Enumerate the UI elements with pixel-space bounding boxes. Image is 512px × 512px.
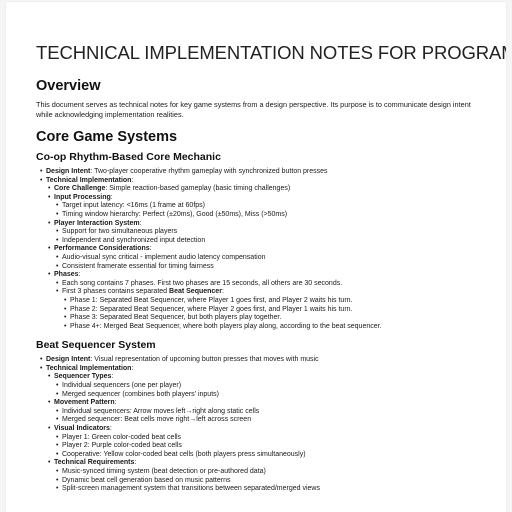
design-intent-label: Design Intent [46, 168, 91, 175]
list-item: Consistent framerate essential for timin… [56, 263, 506, 272]
technical-requirements-label: Technical Requirements [54, 459, 135, 467]
list-item: Each song contains 7 phases. First two p… [56, 280, 506, 289]
sequencer-types-label: Sequencer Types [54, 373, 112, 381]
beat-sequencer-bold: Beat Sequencer [169, 288, 222, 296]
core-systems-heading: Core Game Systems [36, 129, 178, 145]
list-item: Technical Requirements: Music-synced tim… [48, 459, 506, 494]
list-item: Split-screen management system that tran… [56, 485, 506, 494]
list-item: Target input latency: <16ms (1 frame at … [56, 202, 506, 211]
list-item: Timing window hierarchy: Perfect (±20ms)… [56, 211, 506, 220]
player-interaction-label: Player Interaction System [54, 219, 140, 227]
list-item: Dynamic beat cell generation based on mu… [56, 477, 506, 486]
core-challenge-text: : Simple reaction-based gameplay (basic … [105, 185, 291, 193]
list-item: Design Intent: Visual representation of … [40, 356, 506, 365]
list-item: Music-synced timing system (beat detecti… [56, 468, 506, 477]
input-processing-label: Input Processing [54, 193, 111, 201]
design-intent-text: : Two-player cooperative rhythm gameplay… [90, 168, 328, 175]
list-item: Performance Considerations: Audio-visual… [48, 245, 506, 272]
document-page: TECHNICAL IMPLEMENTATION NOTES FOR PROGR… [6, 2, 506, 512]
list-item: Support for two simultaneous players [56, 228, 506, 237]
beat-sequencer-list: Design Intent: Visual representation of … [36, 356, 506, 494]
list-item: Input Processing: Target input latency: … [48, 193, 506, 220]
design-intent-text: : Visual representation of upcoming butt… [90, 356, 319, 364]
list-item: First 3 phases contains separated Beat S… [56, 288, 506, 332]
list-item: Merged sequencer (combines both players'… [56, 391, 506, 400]
list-item: Individual sequencers: Arrow moves left→… [56, 408, 506, 417]
visual-indicators-label: Visual Indicators [54, 425, 110, 433]
overview-text: This document serves as technical notes … [36, 100, 471, 119]
design-intent-label: Design Intent [46, 356, 91, 364]
list-item: Phase 4+: Merged Beat Sequencer, where b… [64, 323, 506, 332]
list-item: Design Intent: Two-player cooperative rh… [40, 168, 506, 177]
performance-label: Performance Considerations [54, 245, 150, 253]
list-item: Movement Pattern: Individual sequencers:… [48, 399, 506, 425]
list-item: Core Challenge: Simple reaction-based ga… [48, 185, 506, 194]
document-title: TECHNICAL IMPLEMENTATION NOTES FOR PROGR… [36, 42, 506, 63]
list-item: Visual Indicators: Player 1: Green color… [48, 425, 506, 460]
list-item: Sequencer Types: Individual sequencers (… [48, 373, 506, 400]
list-item: Individual sequencers (one per player) [56, 382, 506, 391]
list-item: Player 1: Green color-coded beat cells [56, 434, 506, 443]
phases-item-text: First 3 phases contains separated [62, 288, 170, 296]
tech-impl-label: Technical Implementation [46, 176, 132, 184]
list-item: Merged sequencer: Beat cells move right→… [56, 416, 506, 425]
list-item: Phase 3: Separated Beat Sequencer, but b… [64, 314, 506, 323]
overview-heading: Overview [36, 78, 101, 94]
list-item: Phase 1: Separated Beat Sequencer, where… [64, 297, 506, 306]
phases-label: Phases [54, 271, 79, 279]
beat-sequencer-heading: Beat Sequencer System [36, 339, 156, 352]
tech-impl-label: Technical Implementation [46, 364, 132, 372]
list-item: Phases: Each song contains 7 phases. Fir… [48, 271, 506, 332]
list-item: Phase 2: Separated Beat Sequencer, where… [64, 306, 506, 315]
list-item: Player Interaction System: Support for t… [48, 219, 506, 246]
core-challenge-label: Core Challenge [54, 185, 106, 193]
movement-pattern-label: Movement Pattern [54, 399, 115, 407]
list-item: Independent and synchronized input detec… [56, 237, 506, 246]
rhythm-mechanic-heading: Co-op Rhythm-Based Core Mechanic [36, 151, 221, 163]
list-item: Technical Implementation: Core Challenge… [40, 176, 506, 332]
rhythm-list: Design Intent: Two-player cooperative rh… [36, 168, 506, 331]
list-item: Technical Implementation: Sequencer Type… [40, 364, 506, 494]
list-item: Cooperative: Yellow color-coded beat cel… [56, 451, 506, 460]
list-item: Player 2: Purple color-coded beat cells [56, 442, 506, 451]
list-item: Audio-visual sync critical - implement a… [56, 254, 506, 263]
